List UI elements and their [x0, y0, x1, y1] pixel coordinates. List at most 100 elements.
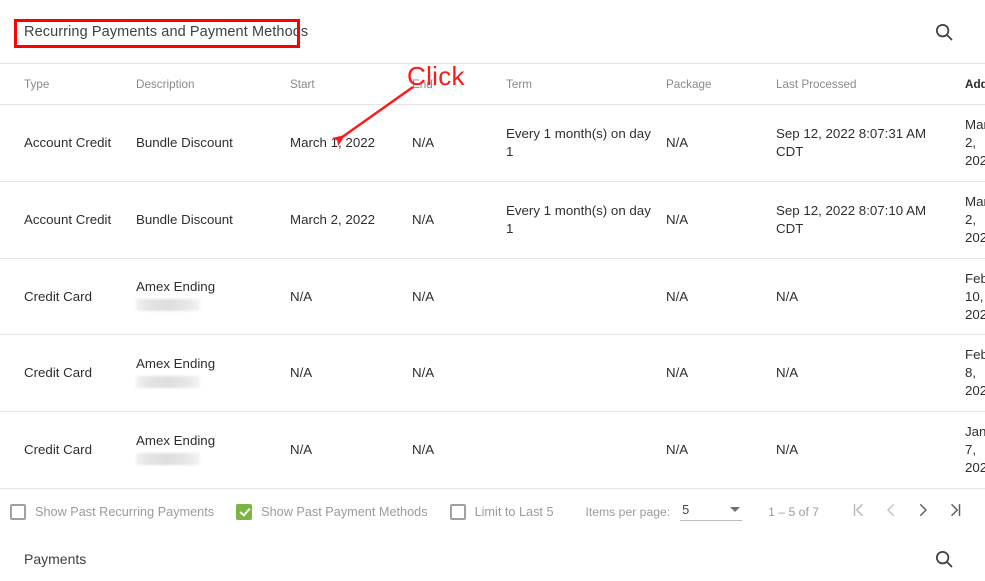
- description-text: Amex Ending: [136, 279, 216, 295]
- cell-description: Bundle Discount: [130, 181, 284, 259]
- column-header-last-processed[interactable]: Last Processed: [770, 63, 959, 105]
- column-label: End: [412, 78, 433, 91]
- cell-type: Credit Card: [0, 258, 130, 336]
- page-range-label: 1 – 5 of 7: [768, 504, 819, 519]
- cell-last-processed: Sep 12, 2022 8:07:10 AM CDT: [770, 181, 959, 259]
- chevron-right-icon: [914, 501, 932, 522]
- cell-last-processed: N/A: [770, 258, 959, 336]
- column-label: Package: [666, 78, 712, 91]
- checkbox-limit-to-last-5[interactable]: Limit to Last 5: [449, 503, 554, 520]
- cell-end: N/A: [406, 334, 500, 413]
- payments-title: Payments: [24, 551, 87, 568]
- column-label: Description: [136, 78, 195, 91]
- checkbox-box-checked-icon: [236, 503, 253, 520]
- cell-description: Amex Ending: [130, 334, 284, 413]
- search-icon: [933, 21, 955, 43]
- recurring-card-header: Recurring Payments and Payment Methods: [0, 0, 985, 63]
- items-per-page-label: Items per page:: [585, 504, 671, 519]
- checkbox-label: Show Past Recurring Payments: [35, 504, 215, 519]
- redacted-card-number: [136, 375, 200, 388]
- column-header-term[interactable]: Term: [500, 63, 660, 105]
- chevron-left-icon: [882, 501, 900, 522]
- cell-description: Bundle Discount: [130, 104, 284, 182]
- cell-added: January 7, 2022: [959, 411, 985, 490]
- cell-term: [500, 411, 660, 490]
- recurring-header-row: Type Description Start End Term Package …: [0, 63, 985, 105]
- last-page-icon: [946, 501, 964, 522]
- column-label: Type: [24, 78, 50, 91]
- search-icon: [933, 548, 955, 570]
- cell-package: N/A: [660, 334, 770, 413]
- cell-term: Every 1 month(s) on day 1: [500, 104, 660, 182]
- cell-type: Account Credit: [0, 104, 130, 182]
- cell-last-processed: N/A: [770, 411, 959, 490]
- cell-package: N/A: [660, 258, 770, 336]
- cell-last-processed: Sep 12, 2022 8:07:31 AM CDT: [770, 104, 959, 182]
- cell-end: N/A: [406, 181, 500, 259]
- page-root: Recurring Payments and Payment Methods T…: [0, 0, 985, 581]
- column-header-package[interactable]: Package: [660, 63, 770, 105]
- paginator: Items per page: 5 1 – 5 of 7: [585, 496, 971, 528]
- column-header-type[interactable]: Type: [0, 63, 130, 105]
- column-label: Start: [290, 78, 315, 91]
- checkbox-label: Show Past Payment Methods: [261, 504, 428, 519]
- description-text: Amex Ending: [136, 432, 216, 448]
- redacted-card-number: [136, 452, 200, 465]
- cell-last-processed: N/A: [770, 334, 959, 413]
- checkbox-show-past-payment-methods[interactable]: Show Past Payment Methods: [236, 503, 428, 520]
- cell-start: N/A: [284, 258, 406, 336]
- items-per-page-value: 5: [682, 502, 690, 518]
- cell-added: March 2, 2022: [959, 104, 985, 182]
- recurring-table-head: Type Description Start End Term Package …: [0, 63, 985, 105]
- checkbox-box-unchecked-icon: [449, 503, 466, 520]
- cell-start: N/A: [284, 334, 406, 413]
- column-header-end[interactable]: End: [406, 63, 500, 105]
- cell-package: N/A: [660, 411, 770, 490]
- cell-type: Account Credit: [0, 181, 130, 259]
- cell-package: N/A: [660, 181, 770, 259]
- cell-end: N/A: [406, 258, 500, 336]
- first-page-button[interactable]: [843, 496, 875, 528]
- cell-added: February 8, 2022: [959, 334, 985, 413]
- next-page-button[interactable]: [907, 496, 939, 528]
- cell-description: Amex Ending: [130, 258, 284, 336]
- cell-type: Credit Card: [0, 334, 130, 413]
- redacted-card-number: [136, 299, 200, 312]
- cell-end: N/A: [406, 411, 500, 490]
- page-title: Recurring Payments and Payment Methods: [24, 23, 309, 40]
- chevron-down-icon: [730, 507, 741, 513]
- checkbox-box-unchecked-icon: [10, 503, 26, 520]
- cell-start: March 1, 2022: [284, 104, 406, 182]
- column-header-description[interactable]: Description: [130, 63, 284, 105]
- cell-added: March 2, 2022: [959, 181, 985, 259]
- column-header-added[interactable]: Added↓: [959, 63, 985, 105]
- column-label: Last Processed: [776, 78, 857, 91]
- recurring-table-body: Account Credit Bundle Discount March 1, …: [0, 104, 985, 490]
- checkbox-show-past-recurring-payments[interactable]: Show Past Recurring Payments: [10, 503, 215, 520]
- table-row[interactable]: Credit Card Amex Ending N/A N/A N/A N/A …: [0, 411, 985, 490]
- payments-search-button[interactable]: [927, 542, 961, 576]
- last-page-button[interactable]: [939, 496, 971, 528]
- first-page-icon: [850, 501, 868, 522]
- cell-description: Amex Ending: [130, 411, 284, 490]
- previous-page-button[interactable]: [875, 496, 907, 528]
- cell-term: Every 1 month(s) on day 1: [500, 181, 660, 259]
- column-header-start[interactable]: Start: [284, 63, 406, 105]
- description-text: Amex Ending: [136, 355, 216, 371]
- table-row[interactable]: Account Credit Bundle Discount March 1, …: [0, 104, 985, 182]
- table-row[interactable]: Credit Card Amex Ending N/A N/A N/A N/A …: [0, 334, 985, 413]
- cell-term: [500, 258, 660, 336]
- payments-card-header: Payments: [0, 534, 985, 581]
- checkbox-label: Limit to Last 5: [474, 504, 554, 519]
- cell-start: N/A: [284, 411, 406, 490]
- recurring-search-button[interactable]: [927, 15, 961, 49]
- recurring-payments-table: Type Description Start End Term Package …: [0, 63, 985, 490]
- table-row[interactable]: Account Credit Bundle Discount March 2, …: [0, 181, 985, 259]
- table-row[interactable]: Credit Card Amex Ending N/A N/A N/A N/A …: [0, 258, 985, 336]
- cell-start: March 2, 2022: [284, 181, 406, 259]
- column-label: Term: [506, 78, 532, 91]
- recurring-table-footer: Show Past Recurring Payments Show Past P…: [0, 489, 985, 534]
- cell-package: N/A: [660, 104, 770, 182]
- items-per-page-select[interactable]: 5: [680, 502, 743, 522]
- cell-end: N/A: [406, 104, 500, 182]
